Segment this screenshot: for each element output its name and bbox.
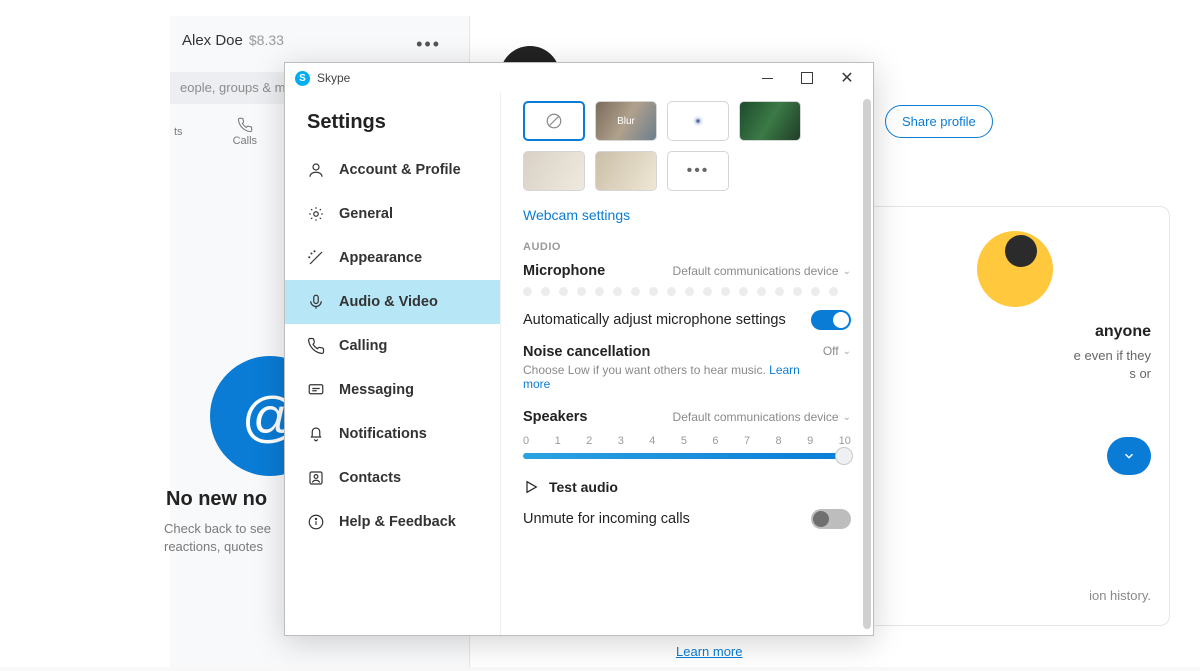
slider-knob[interactable] <box>835 447 853 465</box>
empty-heading: No new no <box>166 488 267 511</box>
titlebar: S Skype ✕ <box>285 63 873 93</box>
card-avatar <box>977 231 1053 307</box>
auto-adjust-label: Automatically adjust microphone settings <box>523 312 786 328</box>
contact-icon <box>307 469 325 487</box>
nav-item-mic[interactable]: Audio & Video <box>285 280 500 324</box>
bg-thumb-3[interactable] <box>523 151 585 191</box>
speaker-ticks: 012345678910 <box>523 435 851 447</box>
nav-item-phone[interactable]: Calling <box>285 324 500 368</box>
nav-item-label: Contacts <box>339 470 401 486</box>
nav-item-label: Notifications <box>339 426 427 442</box>
auto-adjust-toggle[interactable] <box>811 310 851 330</box>
share-profile-button[interactable]: Share profile <box>885 105 993 138</box>
empty-hint: Check back to seereactions, quotes <box>164 520 271 556</box>
noise-cancel-hint: Choose Low if you want others to hear mu… <box>523 363 823 391</box>
maximize-button[interactable] <box>787 64 827 92</box>
background-thumbnails: Blur ••• <box>523 101 851 191</box>
card-title: anyone <box>879 323 1151 341</box>
bg-thumb-1[interactable] <box>667 101 729 141</box>
noise-cancel-label: Noise cancellation <box>523 344 823 360</box>
user-balance: $8.33 <box>249 32 284 48</box>
test-audio-button[interactable]: Test audio <box>523 479 851 495</box>
nav-item-label: Account & Profile <box>339 162 461 178</box>
nav-item-label: Audio & Video <box>339 294 438 310</box>
chevron-down-icon: ⌄ <box>843 346 851 357</box>
bg-blur-thumb[interactable]: Blur <box>595 101 657 141</box>
speakers-label: Speakers <box>523 409 588 425</box>
wand-icon <box>307 249 325 267</box>
settings-heading: Settings <box>285 111 500 148</box>
bg-more-thumb[interactable]: ••• <box>667 151 729 191</box>
user-name: Alex Doe$8.33 <box>182 32 284 49</box>
nav-item-contact[interactable]: Contacts <box>285 456 500 500</box>
speakers-device-select[interactable]: Default communications device⌄ <box>673 410 851 424</box>
skype-logo-icon: S <box>295 71 310 86</box>
bg-thumb-2[interactable] <box>739 101 801 141</box>
nav-item-wand[interactable]: Appearance <box>285 236 500 280</box>
nav-item-label: Messaging <box>339 382 414 398</box>
more-icon[interactable]: ••• <box>416 34 441 55</box>
noise-cancel-select[interactable]: Off⌄ <box>823 344 851 358</box>
tab-calls[interactable]: Calls <box>233 117 257 147</box>
microphone-level <box>523 287 851 296</box>
bg-none-thumb[interactable] <box>523 101 585 141</box>
nav-item-info[interactable]: Help & Feedback <box>285 500 500 544</box>
settings-window: S Skype ✕ Settings Account & Profile Gene… <box>284 62 874 636</box>
minimize-button[interactable] <box>747 64 787 92</box>
close-button[interactable]: ✕ <box>827 64 867 92</box>
nav-item-label: General <box>339 206 393 222</box>
chevron-down-icon: ⌄ <box>843 412 851 423</box>
chevron-down-icon: ⌄ <box>843 266 851 277</box>
nav-item-label: Calling <box>339 338 387 354</box>
tab-chats[interactable]: ts <box>174 126 183 138</box>
gear-icon <box>307 205 325 223</box>
nav-item-gear[interactable]: General <box>285 192 500 236</box>
bg-thumb-4[interactable] <box>595 151 657 191</box>
unmute-label: Unmute for incoming calls <box>523 511 690 527</box>
scrollbar[interactable] <box>863 99 871 629</box>
nav-item-label: Help & Feedback <box>339 514 456 530</box>
phone-icon <box>307 337 325 355</box>
nav-item-msg[interactable]: Messaging <box>285 368 500 412</box>
info-icon <box>307 513 325 531</box>
settings-panel: Blur ••• Webcam settings AUDIO Microphon… <box>501 93 873 635</box>
webcam-settings-link[interactable]: Webcam settings <box>523 207 630 223</box>
info-card: anyone e even if theys or ion history. <box>860 206 1170 626</box>
microphone-label: Microphone <box>523 263 605 279</box>
audio-section-label: AUDIO <box>523 241 851 253</box>
unmute-toggle[interactable] <box>811 509 851 529</box>
nav-item-label: Appearance <box>339 250 422 266</box>
nav-item-bell[interactable]: Notifications <box>285 412 500 456</box>
microphone-device-select[interactable]: Default communications device⌄ <box>673 264 851 278</box>
settings-nav: Settings Account & Profile General Appeara… <box>285 93 501 635</box>
card-text: e even if theys or <box>879 347 1151 383</box>
user-icon <box>307 161 325 179</box>
card-history-text: ion history. <box>1089 588 1151 603</box>
msg-icon <box>307 381 325 399</box>
card-action-button[interactable] <box>1107 437 1151 475</box>
bell-icon <box>307 425 325 443</box>
mic-icon <box>307 293 325 311</box>
speaker-volume-slider[interactable]: ➤ <box>523 453 851 459</box>
window-title: Skype <box>317 71 350 85</box>
nav-item-user[interactable]: Account & Profile <box>285 148 500 192</box>
